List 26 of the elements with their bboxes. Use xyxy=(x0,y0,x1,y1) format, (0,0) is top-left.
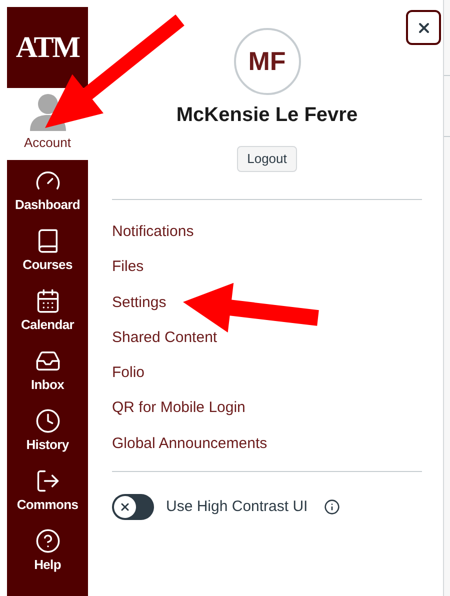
nav-item[interactable]: Calendar xyxy=(7,280,88,340)
nav-item[interactable]: Help xyxy=(7,520,88,580)
x-icon xyxy=(119,501,131,514)
logo[interactable]: ATM xyxy=(7,7,88,88)
toggle-switch[interactable] xyxy=(112,494,154,520)
avatar: MF xyxy=(234,28,300,95)
menu-link[interactable]: Shared Content xyxy=(112,326,422,362)
help-icon xyxy=(34,528,60,554)
info-icon[interactable] xyxy=(324,499,340,516)
nav-item[interactable]: Courses xyxy=(7,220,88,280)
nav-item[interactable]: Inbox xyxy=(7,340,88,400)
menu-link[interactable]: Notifications xyxy=(112,220,422,256)
menu-link[interactable]: QR for Mobile Login xyxy=(112,396,422,432)
calendar-icon xyxy=(34,288,60,314)
clock-icon xyxy=(34,408,60,434)
user-name: McKensie Le Fevre xyxy=(176,103,358,128)
close-button[interactable] xyxy=(406,10,441,45)
menu-link[interactable]: Settings xyxy=(112,290,422,326)
logout-button[interactable]: Logout xyxy=(237,146,297,172)
menu-link[interactable]: Global Announcements xyxy=(112,432,422,468)
nav-item[interactable]: Commons xyxy=(7,460,88,520)
nav-item[interactable]: History xyxy=(7,400,88,460)
menu-link[interactable]: Folio xyxy=(112,361,422,396)
nav-item[interactable]: Dashboard xyxy=(7,160,88,220)
menu-link[interactable]: Files xyxy=(112,255,422,291)
toggle-label: Use High Contrast UI xyxy=(166,496,308,517)
